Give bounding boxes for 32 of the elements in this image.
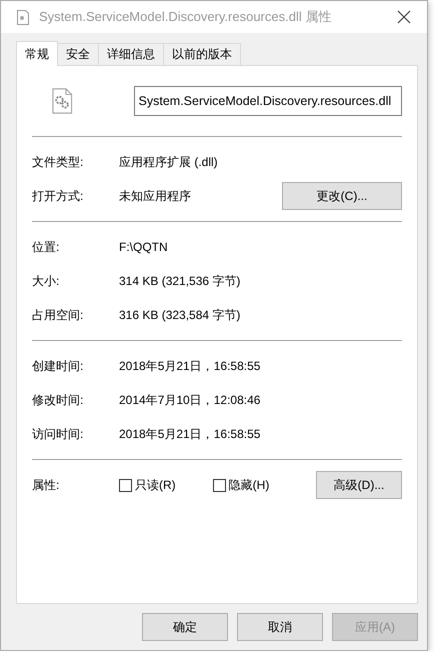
- tab[interactable]: 以前的版本: [163, 43, 241, 65]
- dialog-button[interactable]: 取消: [237, 613, 323, 641]
- checkbox-label[interactable]: 隐藏(H): [228, 476, 270, 494]
- property-value: F:\QQTN: [119, 240, 169, 254]
- property-label: 位置:: [32, 238, 60, 256]
- property-value: 应用程序扩展 (.dll): [119, 154, 219, 170]
- property-value: 2018年5月21日，16:58:55: [119, 358, 262, 374]
- property-value: 2018年5月21日，16:58:55: [119, 426, 262, 442]
- property-label: 文件类型:: [32, 154, 84, 170]
- checkbox-label[interactable]: 只读(R): [135, 476, 176, 494]
- dialog-button[interactable]: 确定: [142, 613, 228, 641]
- property-value: 314 KB (321,536 字节): [119, 272, 242, 290]
- window-title: System.ServiceModel.Discovery.resources.dll 属性: [39, 8, 332, 26]
- property-label: 创建时间:: [32, 358, 84, 374]
- tab[interactable]: 常规: [16, 41, 58, 66]
- property-label: 打开方式:: [32, 188, 84, 204]
- file-gears-icon: [52, 87, 73, 115]
- change-button[interactable]: 更改(C)...: [282, 182, 402, 210]
- file-icon: [17, 10, 29, 24]
- checkbox[interactable]: [212, 478, 226, 492]
- property-label: 修改时间:: [32, 392, 84, 408]
- checkbox[interactable]: [119, 478, 132, 492]
- property-value: 2014年7月10日，12:08:46: [119, 392, 262, 408]
- close-icon[interactable]: [397, 10, 411, 24]
- property-label: 访问时间:: [32, 426, 84, 442]
- property-label: 占用空间:: [32, 306, 84, 324]
- property-value: 316 KB (323,584 字节): [119, 306, 242, 324]
- property-label: 大小:: [32, 272, 60, 290]
- attributes-label: 属性:: [32, 476, 60, 494]
- advanced-button[interactable]: 高级(D)...: [316, 471, 402, 499]
- property-value: 未知应用程序: [119, 188, 192, 204]
- file-name-field[interactable]: System.ServiceModel.Discovery.resources.dll: [134, 86, 402, 116]
